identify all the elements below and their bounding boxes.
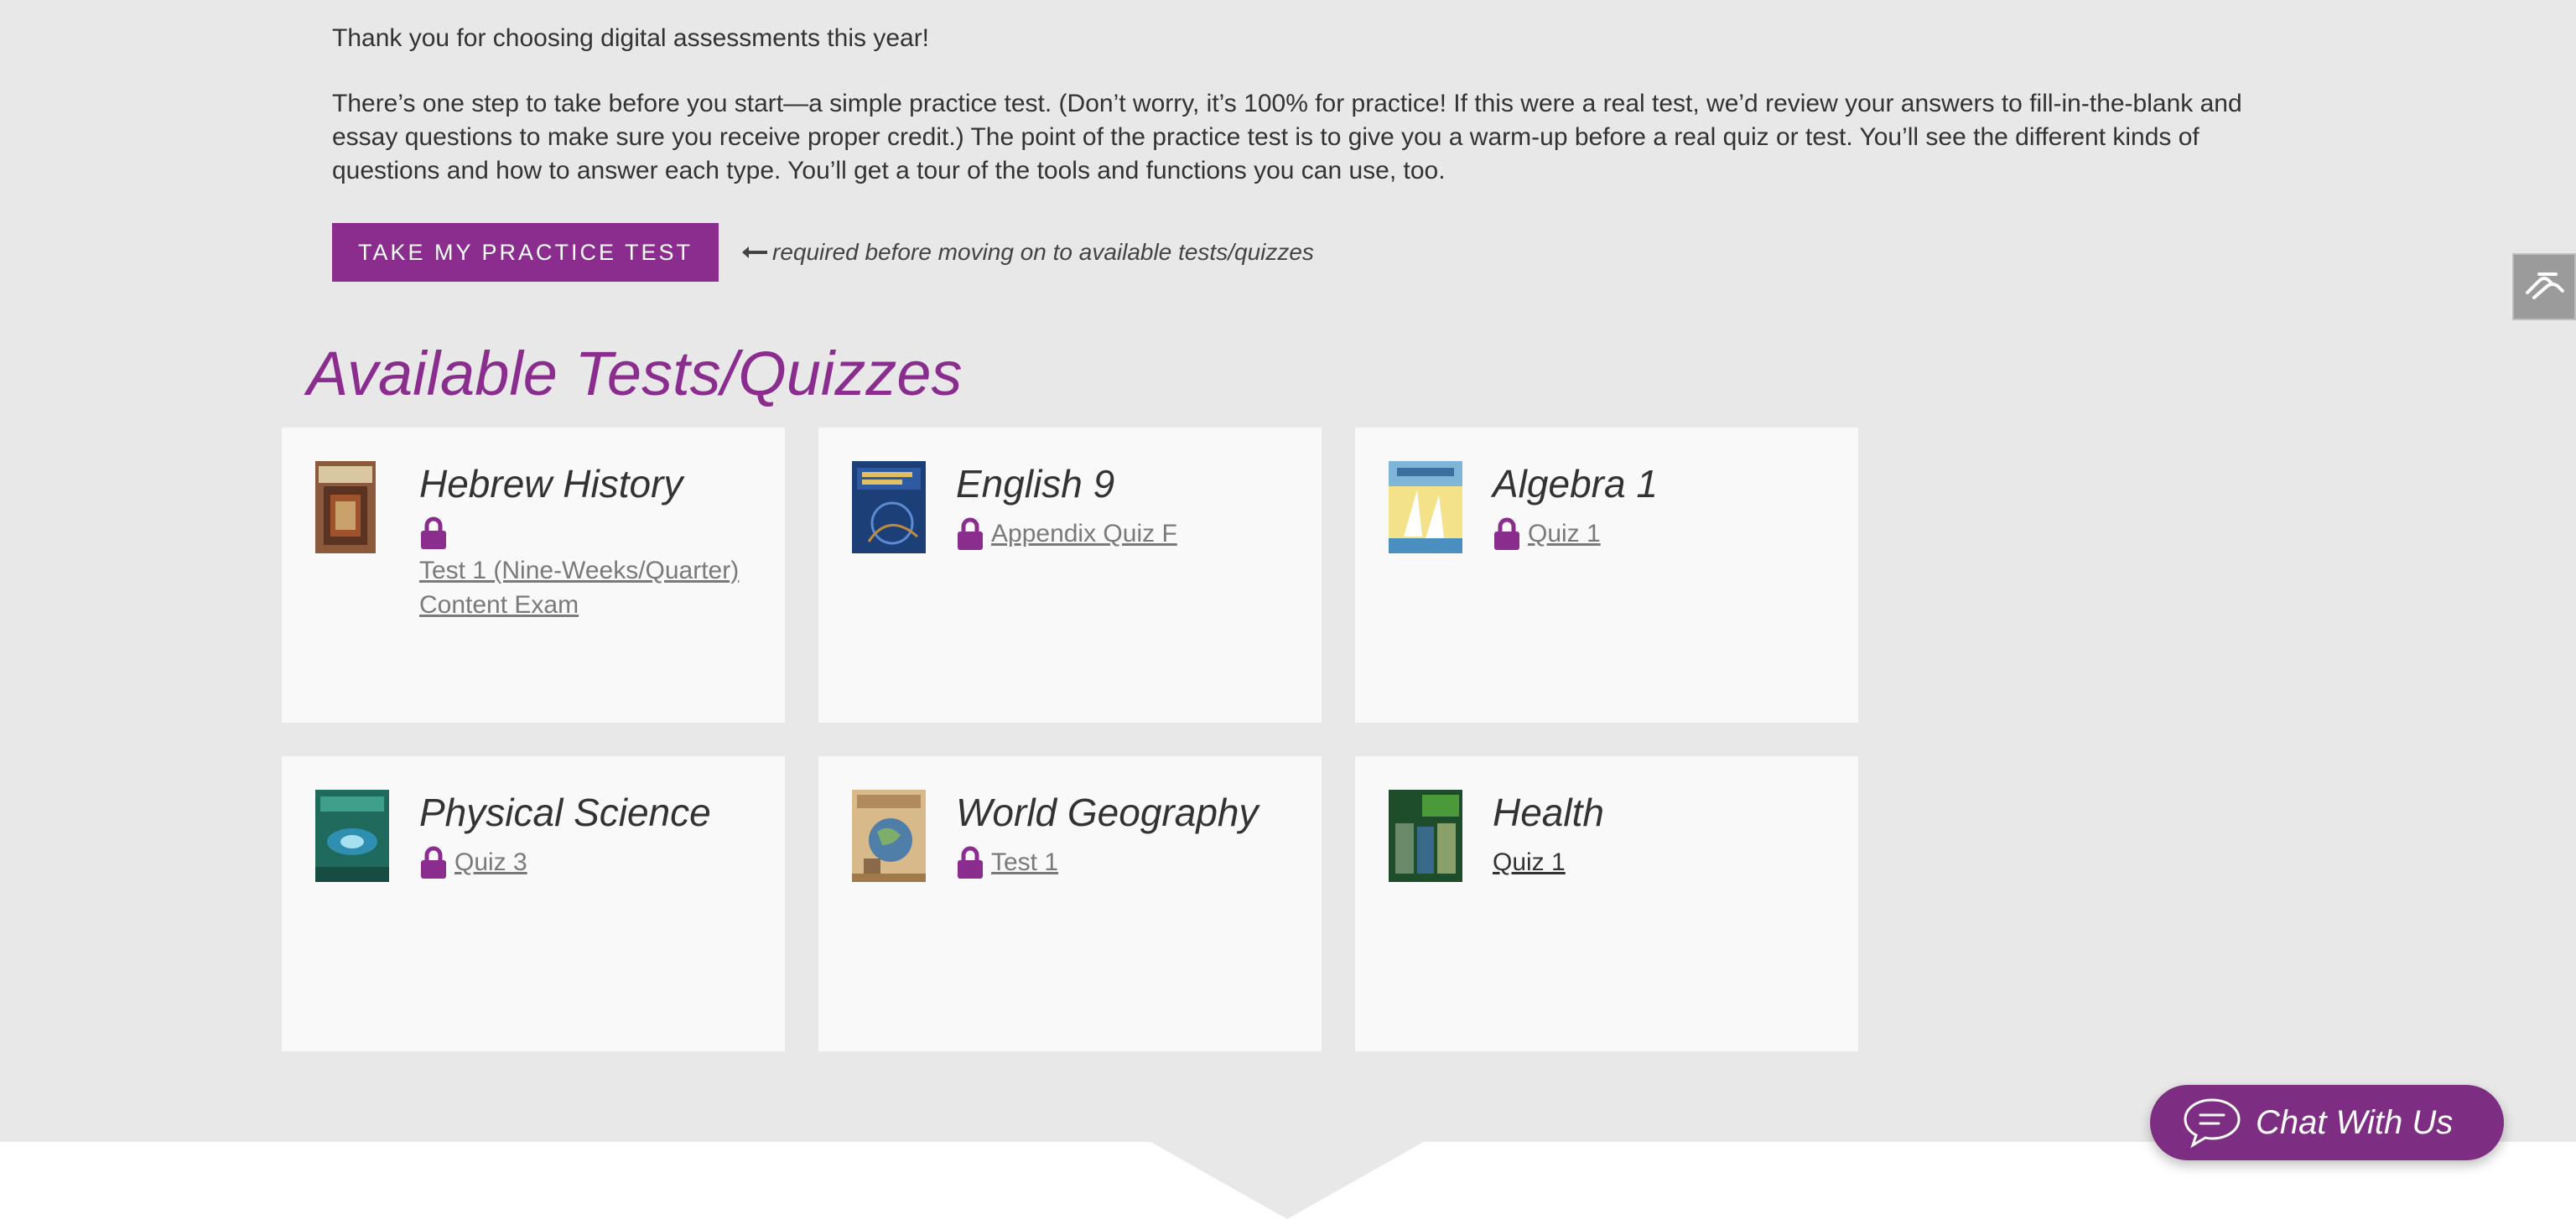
intro-text: Thank you for choosing digital assessmen… [332, 22, 2252, 220]
intro-explanation: There’s one step to take before you star… [332, 90, 2242, 184]
course-cover-image [1389, 461, 1462, 553]
quiz-link[interactable]: Quiz 3 [454, 848, 527, 876]
course-card-hebrew-history: Hebrew History Test 1 (Nine-Weeks/Quarte… [282, 428, 785, 723]
accessibility-tab[interactable] [2512, 253, 2576, 320]
lock-icon [1494, 517, 1519, 551]
course-title: World Geography [956, 791, 1259, 834]
quiz-link[interactable]: Quiz 1 [1493, 848, 1566, 876]
intro-thanks: Thank you for choosing digital assessmen… [332, 24, 930, 52]
practice-row: TAKE MY PRACTICE TEST required before mo… [332, 223, 1314, 282]
quiz-link[interactable]: Quiz 1 [1528, 520, 1601, 547]
course-cover-image [852, 461, 926, 553]
course-card-world-geography: World Geography Test 1 [818, 756, 1322, 1051]
chat-label: Chat With Us [2256, 1103, 2454, 1141]
course-cover-image [852, 790, 926, 882]
lock-icon [421, 516, 446, 549]
quiz-link[interactable]: Test 1 (Nine-Weeks/Quarter) Content Exam [419, 557, 739, 619]
course-card-health: Health Quiz 1 [1355, 756, 1858, 1051]
course-cover-image [315, 790, 389, 882]
arrow-left-icon [742, 246, 767, 258]
course-title: English 9 [956, 462, 1115, 506]
course-cover-image [1389, 790, 1462, 882]
lock-icon [958, 846, 983, 879]
take-practice-test-button[interactable]: TAKE MY PRACTICE TEST [332, 223, 719, 282]
lock-icon [958, 517, 983, 551]
practice-note-text: required before moving on to available t… [772, 239, 1314, 265]
section-title: Available Tests/Quizzes [307, 339, 963, 408]
course-cover-image [315, 461, 376, 553]
course-title: Health [1493, 791, 1604, 834]
course-card-algebra-1: Algebra 1 Quiz 1 [1355, 428, 1858, 723]
lock-icon [421, 846, 446, 879]
quiz-link[interactable]: Test 1 [991, 848, 1058, 876]
accessibility-hand-icon [2526, 272, 2564, 299]
practice-note: required before moving on to available t… [740, 239, 1314, 266]
course-card-english-9: English 9 Appendix Quiz F [818, 428, 1322, 723]
footer-notch [1150, 1142, 1424, 1219]
course-title: Hebrew History [419, 462, 683, 506]
course-title: Algebra 1 [1493, 462, 1658, 506]
course-title: Physical Science [419, 791, 711, 834]
course-card-physical-science: Physical Science Quiz 3 [282, 756, 785, 1051]
quiz-link[interactable]: Appendix Quiz F [991, 520, 1177, 547]
chat-with-us-button[interactable]: Chat With Us [2150, 1085, 2504, 1160]
chat-bubble-icon [2184, 1098, 2241, 1149]
